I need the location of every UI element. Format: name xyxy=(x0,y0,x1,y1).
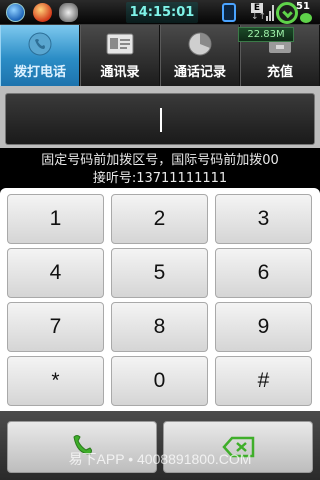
firefox-app-icon[interactable] xyxy=(33,3,52,22)
keypad: 1 2 3 4 5 6 7 8 9 * 0 # xyxy=(0,188,320,411)
key-6[interactable]: 6 xyxy=(215,248,312,298)
hint-area: 固定号码前加拨区号，国际号码前加拨00 接听号:13711111111 xyxy=(0,148,320,188)
tab-label: 充值 xyxy=(266,65,293,80)
key-9[interactable]: 9 xyxy=(215,302,312,352)
browser-app-icon[interactable] xyxy=(6,3,25,22)
tab-label: 通讯录 xyxy=(100,65,140,80)
contacts-card-icon xyxy=(106,33,134,55)
signal-strength-icon xyxy=(266,4,274,21)
tab-dial[interactable]: 拨打电话 xyxy=(0,25,80,86)
data-activity-icon: ↓↑ xyxy=(251,12,267,22)
key-1[interactable]: 1 xyxy=(7,194,104,244)
key-0[interactable]: 0 xyxy=(111,356,208,406)
dial-number-input[interactable] xyxy=(5,93,315,145)
answer-number-text: 接听号:13711111111 xyxy=(92,171,228,186)
key-hash[interactable]: # xyxy=(215,356,312,406)
status-bar: 14:15:01 E ↓↑ 51 xyxy=(0,0,320,25)
tab-call-log[interactable]: 通话记录 xyxy=(160,25,240,86)
alarm-clock-icon[interactable] xyxy=(59,3,78,22)
tab-label: 通话记录 xyxy=(173,65,226,80)
key-7[interactable]: 7 xyxy=(7,302,104,352)
key-5[interactable]: 5 xyxy=(111,248,208,298)
key-3[interactable]: 3 xyxy=(215,194,312,244)
status-time: 14:15:01 xyxy=(126,2,198,23)
memory-badge: 22.83M xyxy=(238,27,294,42)
call-log-pie-icon xyxy=(188,32,212,56)
phone-status-icon xyxy=(222,3,236,22)
status-ok-icon xyxy=(300,13,312,23)
battery-level: 51 xyxy=(296,1,310,12)
text-cursor xyxy=(160,108,162,132)
dial-display-panel xyxy=(0,86,320,148)
bottom-action-bar xyxy=(0,411,320,480)
tab-label: 拨打电话 xyxy=(13,65,66,80)
phone-dial-icon xyxy=(28,32,52,56)
watermark-text: 易下APP • 4008891800.COM xyxy=(68,451,252,467)
key-2[interactable]: 2 xyxy=(111,194,208,244)
tab-contacts[interactable]: 通讯录 xyxy=(80,25,160,86)
battery-icon xyxy=(276,2,298,24)
key-4[interactable]: 4 xyxy=(7,248,104,298)
key-8[interactable]: 8 xyxy=(111,302,208,352)
dial-hint-text: 固定号码前加拨区号，国际号码前加拨00 xyxy=(41,153,279,168)
key-star[interactable]: * xyxy=(7,356,104,406)
